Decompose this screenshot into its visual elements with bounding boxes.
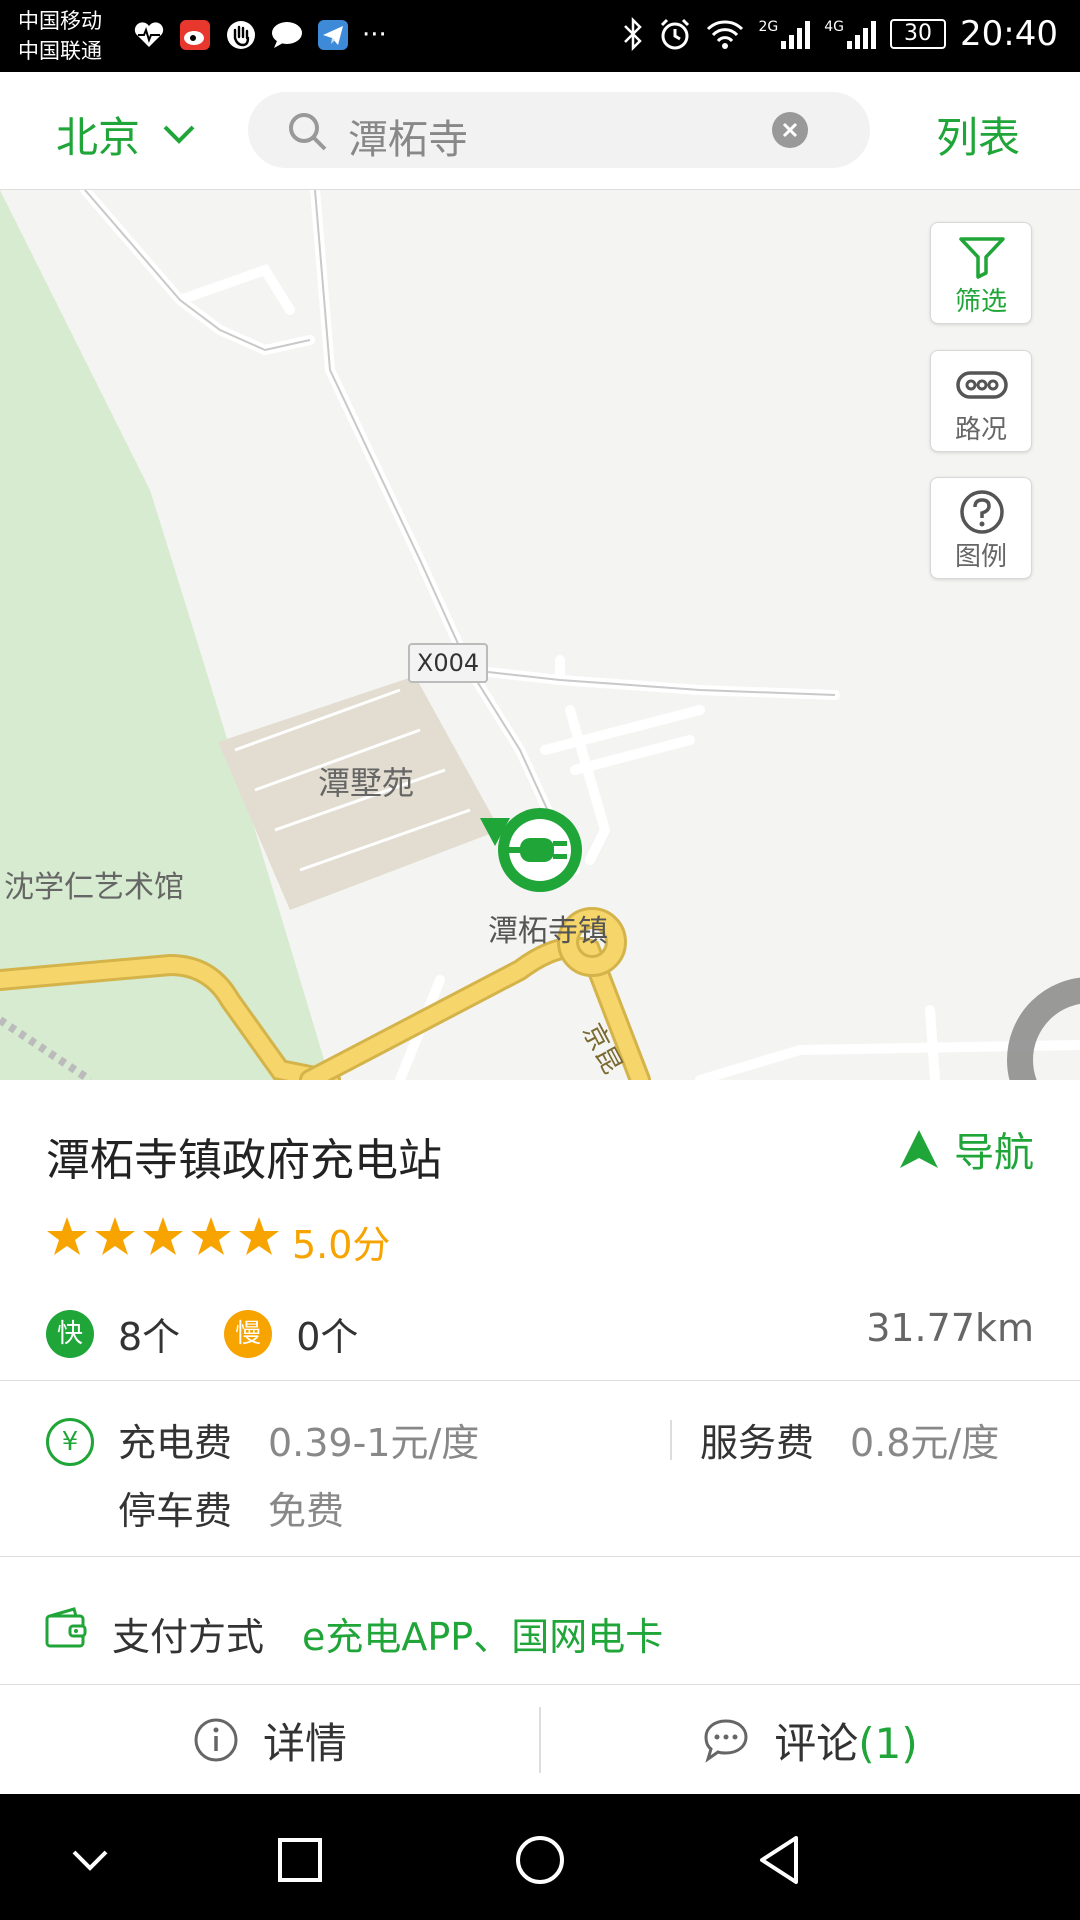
service-fee-label: 服务费 (700, 1421, 815, 1465)
alarm-icon (661, 18, 690, 50)
fast-charger-count: 8个 (118, 1315, 181, 1359)
signal-2g: 2G (758, 19, 811, 49)
carrier-1: 中国移动 (18, 9, 102, 33)
top-bar: 北京 潭柘寺 列表 (0, 72, 1080, 190)
bluetooth-icon (624, 17, 643, 51)
rating-stars (46, 1216, 280, 1256)
place-label-estate: 潭墅苑 (318, 764, 415, 802)
comment-icon (704, 1719, 748, 1763)
star-icon (191, 1217, 231, 1255)
service-fee-value: 0.8元/度 (850, 1421, 1000, 1465)
status-bar: 中国移动 中国联通 ··· 2G 4G 30 20:40 (0, 0, 1080, 72)
close-icon (782, 122, 798, 138)
signal-icon (847, 21, 877, 49)
back-icon[interactable] (752, 1832, 808, 1888)
yuan-icon: ¥ (46, 1418, 94, 1466)
charging-station-marker (480, 808, 582, 892)
charger-counts: 快 8个 慢 0个 (46, 1306, 358, 1361)
health-icon (132, 18, 166, 52)
carrier-info: 中国移动 中国联通 (18, 6, 102, 66)
legend-label: 图例 (954, 542, 1007, 572)
recent-apps-icon[interactable] (272, 1832, 328, 1888)
star-icon (239, 1217, 279, 1255)
hand-icon (224, 18, 258, 52)
help-icon (960, 490, 1004, 534)
distance: 31.77km (866, 1306, 1034, 1350)
filter-icon (959, 237, 1005, 279)
station-pin-label[interactable]: 潭柘寺镇 (488, 906, 608, 950)
charge-fee-label: 充电费 (118, 1421, 233, 1465)
payment-label: 支付方式 (112, 1615, 265, 1659)
traffic-icon (956, 371, 1008, 399)
charge-fee-value: 0.39-1元/度 (268, 1421, 480, 1465)
tab-detail-label: 详情 (262, 1718, 347, 1768)
battery-icon: 30 (890, 19, 947, 49)
net-4g-label: 4G (824, 19, 845, 35)
more-notifications-icon: ··· (362, 20, 387, 50)
star-icon (95, 1217, 135, 1255)
home-icon[interactable] (512, 1832, 568, 1888)
road-label-x004: X004 (408, 643, 488, 683)
navigate-label: 导航 (954, 1130, 1034, 1176)
rating-score: 5.0分 (292, 1223, 391, 1267)
slow-charger-count: 0个 (296, 1315, 359, 1359)
my-location-icon (1007, 977, 1080, 1080)
search-input[interactable]: 潭柘寺 (348, 107, 468, 165)
list-view-button[interactable]: 列表 (936, 104, 1020, 165)
map-view[interactable]: X004 潭墅苑 沈学仁艺术馆 潭柘寺镇 京昆 筛选 路况 图例 (0, 190, 1080, 1080)
message-icon (270, 18, 304, 52)
comment-count: (1) (858, 1718, 918, 1768)
station-name: 潭柘寺镇政府充电站 (46, 1135, 442, 1186)
tab-comment[interactable]: 评论(1) (540, 1685, 1080, 1795)
divider (670, 1420, 672, 1460)
legend-button[interactable]: 图例 (930, 477, 1032, 579)
info-icon (194, 1718, 238, 1762)
tab-detail[interactable]: 详情 (0, 1685, 540, 1795)
system-navigation-bar (0, 1794, 1080, 1920)
weibo-icon (178, 18, 212, 52)
divider (0, 1556, 1080, 1557)
net-2g-label: 2G (758, 19, 779, 35)
notification-icons: ··· (132, 18, 387, 52)
signal-icon (781, 21, 811, 49)
search-icon (289, 113, 327, 151)
system-status: 2G 4G 30 20:40 (622, 14, 1058, 54)
payment-methods: e充电APP、国网电卡 (302, 1615, 664, 1659)
clear-search-button[interactable] (772, 112, 808, 148)
park-area (0, 190, 330, 1080)
bottom-tabs: 详情 评论(1) (0, 1684, 1080, 1794)
hide-keyboard-icon[interactable] (62, 1832, 118, 1888)
signal-4g: 4G (824, 19, 877, 49)
star-icon (47, 1217, 87, 1255)
divider (0, 1380, 1080, 1381)
city-selector[interactable]: 北京 (56, 104, 196, 165)
star-icon (143, 1217, 183, 1255)
parking-fee-label: 停车费 (118, 1489, 233, 1533)
city-name: 北京 (56, 113, 141, 162)
slow-charger-badge: 慢 (224, 1309, 273, 1358)
filter-label: 筛选 (954, 287, 1007, 317)
navigate-button[interactable]: 导航 (898, 1120, 1034, 1178)
parking-fee-value: 免费 (268, 1489, 345, 1533)
wifi-icon (707, 20, 744, 49)
filter-button[interactable]: 筛选 (930, 222, 1032, 324)
traffic-button[interactable]: 路况 (930, 350, 1032, 452)
telegram-icon (316, 18, 350, 52)
navigation-arrow-icon (900, 1130, 938, 1168)
traffic-label: 路况 (954, 415, 1007, 445)
wallet-icon (45, 1607, 87, 1648)
search-box[interactable]: 潭柘寺 (248, 92, 870, 168)
clock: 20:40 (960, 14, 1058, 54)
fast-charger-badge: 快 (46, 1309, 94, 1358)
place-label-museum: 沈学仁艺术馆 (4, 870, 184, 905)
carrier-2: 中国联通 (18, 39, 102, 63)
tab-comment-label: 评论 (774, 1718, 859, 1768)
chevron-down-icon (163, 125, 195, 144)
